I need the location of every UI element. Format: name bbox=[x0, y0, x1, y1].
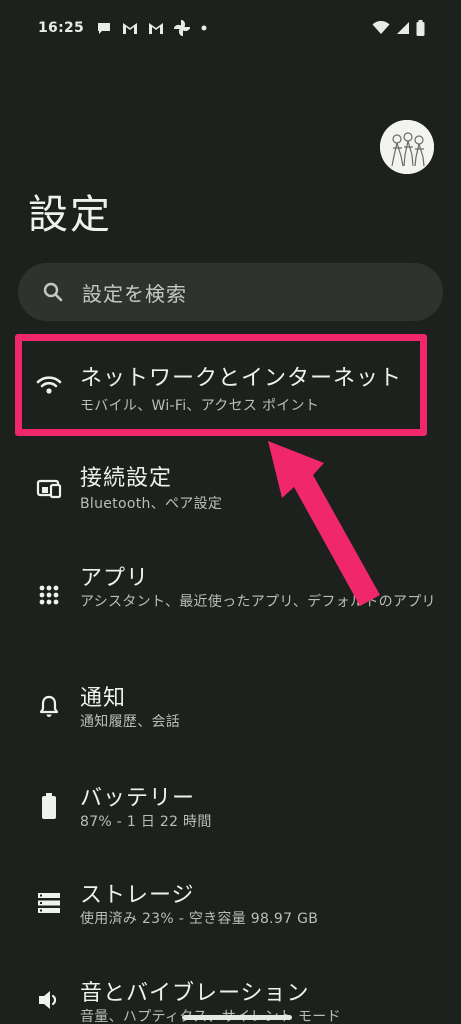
annotation-arrow bbox=[268, 441, 380, 606]
home-indicator[interactable] bbox=[182, 1015, 292, 1020]
